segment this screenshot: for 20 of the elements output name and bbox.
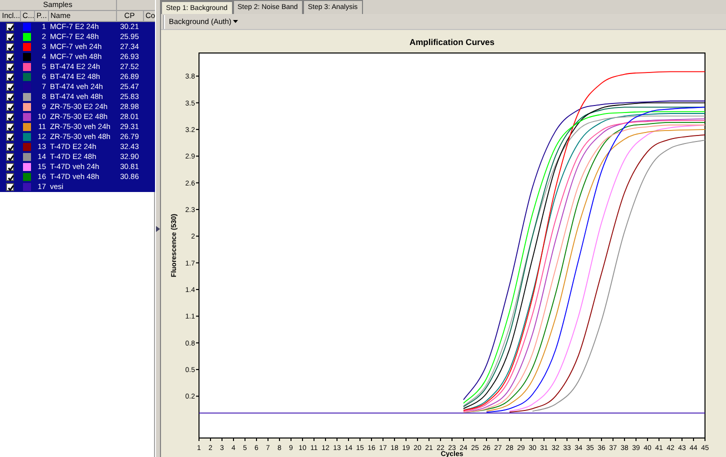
checkbox[interactable] [6,133,14,142]
checkbox[interactable] [6,183,14,192]
checkbox[interactable] [6,43,14,52]
checkbox[interactable] [6,93,14,102]
caret-icon [233,20,238,23]
checkbox[interactable] [6,153,14,162]
checkbox[interactable] [6,23,14,32]
checkbox[interactable] [6,33,14,42]
checkbox[interactable] [6,123,14,132]
checkbox[interactable] [6,103,14,112]
checkbox[interactable] [6,83,14,92]
checkbox[interactable] [6,163,14,172]
checkbox[interactable] [6,173,14,182]
checkbox[interactable] [6,143,14,152]
checkbox[interactable] [6,53,14,62]
checkbox[interactable] [6,73,14,82]
collapse-arrow-icon[interactable] [156,226,160,232]
chart-title: Amplification Curves [409,37,495,47]
checkbox[interactable] [6,63,14,72]
checkbox[interactable] [6,113,14,122]
